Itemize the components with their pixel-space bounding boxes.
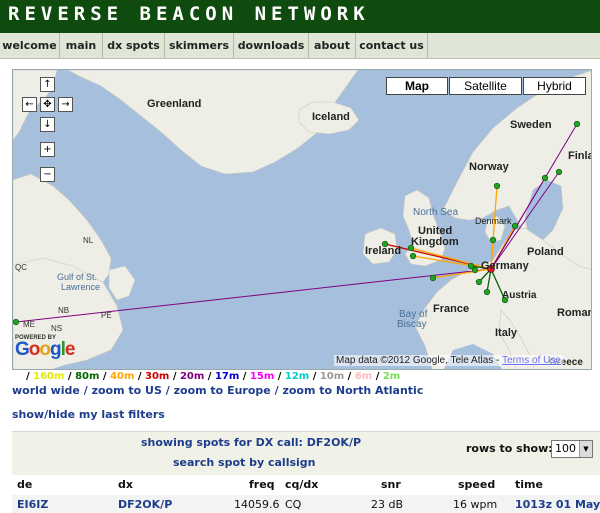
spot-map[interactable]: Greenland Iceland Sweden Finla Norway No…	[12, 69, 592, 370]
arrow-left-icon: ←	[25, 99, 34, 110]
zoom-world-wide-link[interactable]: world wide	[12, 384, 80, 397]
cell-freq: 14059.6	[234, 498, 280, 511]
cell-de[interactable]: EI6IZ	[17, 498, 48, 511]
cell-dx[interactable]: DF2OK/P	[118, 498, 172, 511]
arrow-up-icon: ↑	[43, 79, 52, 90]
map-label-kingdom: Kingdom	[411, 236, 459, 248]
zoom-europe-link[interactable]: zoom to Europe	[174, 384, 271, 397]
col-dx: dx	[118, 478, 133, 491]
band-160m: 160m	[33, 371, 65, 382]
nav-skimmers[interactable]: skimmers	[165, 33, 234, 58]
zoom-north-atlantic-link[interactable]: zoom to North Atlantic	[282, 384, 423, 397]
map-label-pe: PE	[101, 311, 112, 320]
map-label-ireland: Ireland	[365, 245, 402, 257]
map-label-france: France	[433, 303, 470, 315]
search-spot-link[interactable]: search spot by callsign	[173, 456, 315, 469]
col-freq: freq	[249, 478, 275, 491]
pan-right-button[interactable]: →	[58, 97, 73, 112]
arrow-right-icon: →	[61, 99, 70, 110]
pan-up-button[interactable]: ↑	[40, 77, 55, 92]
map-label-north-sea: North Sea	[413, 207, 459, 218]
map-label-gulf-of: Gulf of St.	[57, 272, 98, 282]
map-label-romania: Roman	[557, 307, 592, 319]
map-type-hybrid-button[interactable]: Hybrid	[523, 77, 586, 95]
rows-to-show-select[interactable]: 100 ▼	[551, 440, 593, 458]
col-de: de	[17, 478, 33, 491]
copyright-text: Map data ©2012 Google, Tele Atlas -	[336, 355, 500, 366]
map-label-sweden: Sweden	[510, 119, 552, 131]
map-label-finland: Finla	[568, 150, 592, 162]
map-label-norway: Norway	[469, 161, 509, 173]
band-80m: 80m	[75, 371, 100, 382]
band-12m: 12m	[284, 371, 310, 382]
col-snr: snr	[381, 478, 401, 491]
cell-time[interactable]: 1013z 01 May	[515, 498, 600, 511]
google-logo[interactable]: POWERED BY Google	[15, 335, 75, 360]
map-type-map-button[interactable]: Map	[386, 77, 448, 95]
nav-about[interactable]: about	[309, 33, 356, 58]
table-row: EI6IZ DF2OK/P 14059.6 CQ 23 dB 16 wpm 10…	[12, 495, 600, 513]
map-label-poland: Poland	[527, 246, 564, 258]
map-label-denmark: Denmark	[475, 216, 512, 226]
map-label-qc: QC	[15, 263, 27, 272]
map-label-germany: Germany	[481, 260, 529, 272]
cell-snr: 23 dB	[371, 498, 404, 511]
rows-select-value: 100	[555, 442, 576, 455]
band-40m: 40m	[110, 371, 135, 382]
map-label-me: ME	[23, 320, 35, 329]
band-15m: 15m	[249, 371, 275, 382]
col-time: time	[515, 478, 543, 491]
band-20m: 20m	[179, 371, 205, 382]
site-title: REVERSE BEACON NETWORK	[8, 3, 370, 25]
map-label-greenland: Greenland	[147, 98, 202, 110]
map-copyright: Map data ©2012 Google, Tele Atlas - Term…	[334, 355, 563, 366]
map-label-nl: NL	[83, 236, 94, 245]
map-label-nb: NB	[58, 306, 70, 315]
map-label-iceland: Iceland	[312, 111, 350, 123]
map-label-italy: Italy	[495, 327, 518, 339]
col-cq-dx: cq/dx	[285, 478, 319, 491]
google-wordmark: Google	[15, 339, 75, 360]
map-type-satellite-button[interactable]: Satellite	[449, 77, 522, 95]
nav-main[interactable]: main	[60, 33, 103, 58]
cell-speed: 16 wpm	[453, 498, 498, 511]
nav-welcome[interactable]: welcome	[0, 33, 60, 58]
zoom-links: world wide / zoom to US / zoom to Europe…	[12, 384, 424, 397]
band-10m: 10m	[319, 371, 345, 382]
spots-table-header: de dx freq cq/dx snr speed time	[12, 475, 600, 495]
band-6m: 6m	[354, 371, 373, 382]
map-label-ns: NS	[51, 324, 63, 333]
zoom-us-link[interactable]: zoom to US	[92, 384, 162, 397]
nav-contact-us[interactable]: contact us	[356, 33, 428, 58]
showing-spots-text: showing spots for DX call: DF2OK/P	[141, 436, 362, 449]
map-label-austria: Austria	[502, 290, 537, 301]
pan-center-button[interactable]: ✥	[40, 97, 55, 112]
chevron-down-icon: ▼	[579, 441, 592, 457]
map-label-biscay: Biscay	[397, 319, 427, 330]
band-legend: / 160m / 80m / 40m / 30m / 20m / 17m / 1…	[26, 371, 401, 382]
nav-downloads[interactable]: downloads	[234, 33, 309, 58]
crosshair-icon: ✥	[43, 99, 52, 110]
site-banner: REVERSE BEACON NETWORK	[0, 0, 600, 33]
zoom-in-button[interactable]: +	[40, 142, 55, 157]
cell-cq-dx: CQ	[285, 498, 302, 511]
zoom-out-button[interactable]: −	[40, 167, 55, 182]
nav-dx-spots[interactable]: dx spots	[103, 33, 165, 58]
terms-of-use-link[interactable]: Terms of Use	[502, 355, 561, 366]
pan-down-button[interactable]: ↓	[40, 117, 55, 132]
band-2m: 2m	[382, 371, 401, 382]
band-17m: 17m	[214, 371, 240, 382]
pan-left-button[interactable]: ←	[22, 97, 37, 112]
main-nav: welcome main dx spots skimmers downloads…	[0, 33, 600, 59]
band-30m: 30m	[145, 371, 170, 382]
arrow-down-icon: ↓	[43, 119, 52, 130]
map-label-lawrence: Lawrence	[61, 282, 101, 292]
search-panel: showing spots for DX call: DF2OK/P searc…	[12, 431, 600, 475]
rows-to-show-label: rows to show:	[466, 442, 553, 455]
show-hide-filters-link[interactable]: show/hide my last filters	[12, 408, 165, 421]
col-speed: speed	[458, 478, 496, 491]
